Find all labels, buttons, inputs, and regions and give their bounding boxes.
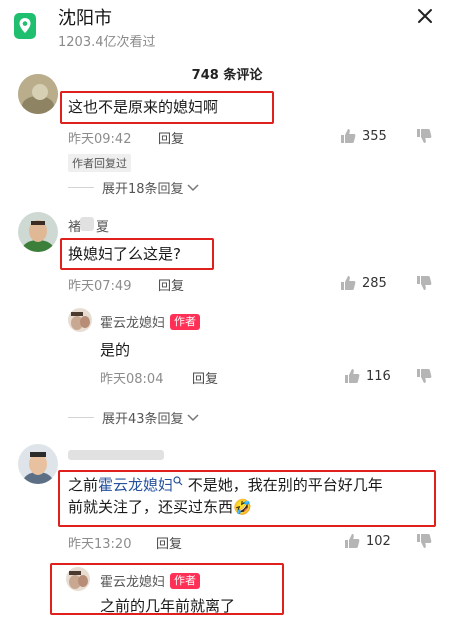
author-badge: 作者 bbox=[170, 573, 201, 589]
reply-author-name[interactable]: 霍云龙媳妇 作者 bbox=[100, 571, 201, 590]
commenter-avatar[interactable] bbox=[18, 212, 58, 252]
thumbs-down-icon[interactable] bbox=[416, 368, 432, 384]
comment-time: 昨天07:49 bbox=[68, 279, 132, 294]
search-icon bbox=[173, 476, 183, 486]
like-button[interactable]: 102 bbox=[344, 533, 391, 549]
commenter-avatar[interactable] bbox=[18, 444, 58, 484]
like-count: 355 bbox=[362, 128, 387, 144]
reply-button[interactable]: 回复 bbox=[158, 128, 184, 147]
location-pin-icon bbox=[14, 13, 36, 39]
like-button[interactable]: 355 bbox=[340, 128, 387, 144]
thumbs-up-icon bbox=[345, 534, 360, 548]
comment-time: 昨天13:20 bbox=[68, 537, 132, 552]
comment-text-part: 之前 bbox=[68, 476, 99, 494]
reply-button[interactable]: 回复 bbox=[158, 275, 184, 294]
chevron-down-icon bbox=[187, 413, 199, 421]
thumbs-up-icon bbox=[341, 276, 356, 290]
like-button[interactable]: 116 bbox=[344, 368, 391, 384]
like-count: 285 bbox=[362, 275, 387, 291]
reply-author-name[interactable]: 霍云龙媳妇 作者 bbox=[100, 312, 201, 331]
thumbs-up-icon bbox=[341, 129, 356, 143]
comment-text: 换媳妇了么这是? bbox=[68, 245, 181, 263]
author-replied-badge: 作者回复过 bbox=[68, 154, 131, 172]
reply-text: 是的 bbox=[100, 341, 131, 359]
comment-count-title: 748 条评论 bbox=[191, 68, 263, 83]
comment-time: 昨天09:42 bbox=[68, 132, 132, 147]
laughing-emoji-icon: 🤣 bbox=[233, 498, 252, 516]
reply-button[interactable]: 回复 bbox=[192, 368, 218, 387]
view-count: 1203.4亿次看过 bbox=[58, 35, 156, 50]
reply-time: 昨天08:04 bbox=[100, 372, 164, 387]
divider bbox=[68, 187, 94, 188]
author-avatar[interactable] bbox=[66, 567, 90, 591]
comment-text: 之前霍云龙媳妇 不是她，我在别的平台好几年前就关注了，还买过东西🤣 bbox=[68, 474, 438, 518]
chevron-down-icon bbox=[187, 183, 199, 191]
like-button[interactable]: 285 bbox=[340, 275, 387, 291]
comment-text: 这也不是原来的媳妇啊 bbox=[68, 98, 219, 116]
reply-author-name-text: 霍云龙媳妇 bbox=[100, 575, 166, 590]
thumbs-up-icon bbox=[345, 369, 360, 383]
divider bbox=[68, 417, 94, 418]
comment-text-part: 前就关注了，还买过东西 bbox=[68, 498, 234, 516]
blurred-username bbox=[80, 217, 94, 231]
close-icon[interactable] bbox=[416, 7, 434, 25]
expand-replies-label: 展开43条回复 bbox=[102, 412, 184, 427]
author-badge: 作者 bbox=[170, 314, 201, 330]
author-avatar[interactable] bbox=[68, 308, 92, 332]
comment-text-part: 不是她，我在别的平台好几年 bbox=[183, 476, 383, 494]
commenter-name-suffix[interactable]: 夏 bbox=[96, 216, 109, 235]
comment-page: 沈阳市 1203.4亿次看过 748 条评论 这也不是原来的媳妇啊 昨天09:4… bbox=[0, 0, 454, 617]
commenter-avatar[interactable] bbox=[18, 74, 58, 114]
expand-replies-label: 展开18条回复 bbox=[102, 182, 184, 197]
thumbs-down-icon[interactable] bbox=[416, 275, 432, 291]
reply-author-name-text: 霍云龙媳妇 bbox=[100, 316, 166, 331]
expand-replies-button[interactable]: 展开43条回复 bbox=[68, 408, 199, 427]
mention-link[interactable]: 霍云龙媳妇 bbox=[98, 476, 173, 494]
blurred-username bbox=[68, 450, 164, 460]
like-count: 116 bbox=[366, 368, 391, 384]
city-title[interactable]: 沈阳市 bbox=[58, 4, 112, 30]
like-count: 102 bbox=[366, 533, 391, 549]
reply-text: 之前的几年前就离了 bbox=[100, 597, 236, 615]
expand-replies-button[interactable]: 展开18条回复 bbox=[68, 178, 199, 197]
reply-button[interactable]: 回复 bbox=[156, 533, 182, 552]
thumbs-down-icon[interactable] bbox=[416, 128, 432, 144]
thumbs-down-icon[interactable] bbox=[416, 533, 432, 549]
